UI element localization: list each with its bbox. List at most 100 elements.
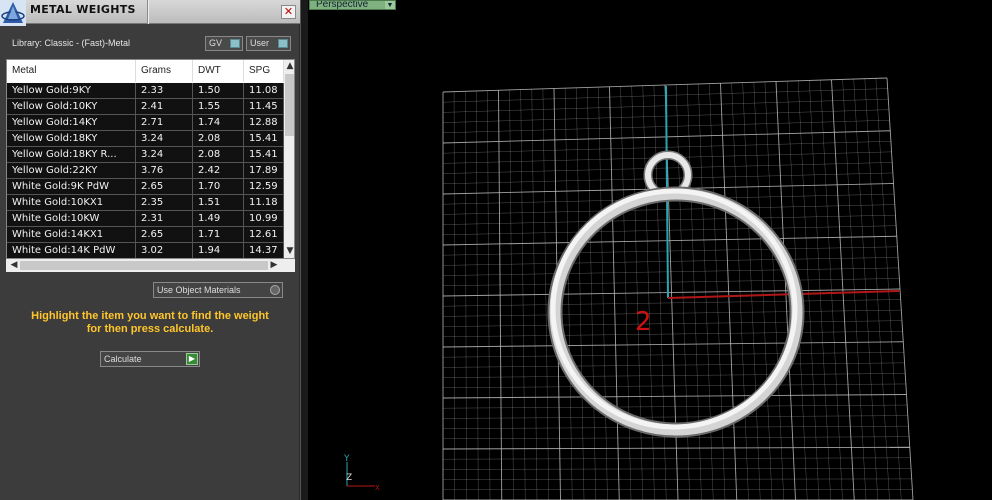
radio-icon [270, 285, 280, 295]
metal-cell: White Gold:14K PdW [7, 243, 136, 258]
use-object-materials-toggle[interactable]: Use Object Materials [153, 282, 283, 298]
metal-cell: Yellow Gold:9KY [7, 83, 136, 99]
scroll-right-icon[interactable]: ▶ [268, 260, 280, 270]
metal-cell: Yellow Gold:14KY [7, 115, 136, 131]
panel-title: METAL WEIGHTS [30, 3, 136, 16]
spg-cell: 15.41 [244, 131, 284, 147]
close-button[interactable]: ✕ [281, 5, 296, 19]
metal-cell: White Gold:10KX1 [7, 195, 136, 211]
spg-cell: 15.41 [244, 147, 284, 163]
grams-cell: 3.24 [136, 147, 193, 163]
gv-indicator-icon [230, 39, 240, 48]
grams-cell: 3.24 [136, 131, 193, 147]
spg-cell: 11.18 [244, 195, 284, 211]
dwt-cell: 1.51 [193, 195, 244, 211]
view-name: Perspective [316, 0, 369, 10]
metal-cell: White Gold:14KX1 [7, 227, 136, 243]
table-row[interactable]: White Gold:10KW 2.31 1.49 10.99 [7, 211, 284, 227]
instruction-line-1: Highlight the item you want to find the … [31, 310, 269, 322]
instruction-line-2: for then press calculate. [86, 323, 214, 335]
grams-cell: 2.65 [136, 179, 193, 195]
dwt-cell: 1.55 [193, 99, 244, 115]
use-object-materials-label: Use Object Materials [157, 285, 241, 295]
dwt-cell: 1.74 [193, 115, 244, 131]
spg-cell: 17.89 [244, 163, 284, 179]
calculate-button[interactable]: Calculate ▶ [100, 351, 200, 367]
dwt-cell: 1.71 [193, 227, 244, 243]
gizmo-x-label: X [375, 484, 380, 492]
column-header-metal[interactable]: Metal [7, 60, 136, 82]
panel-splitter[interactable] [300, 0, 308, 500]
grams-cell: 2.35 [136, 195, 193, 211]
dwt-cell: 1.70 [193, 179, 244, 195]
dwt-cell: 2.08 [193, 147, 244, 163]
spg-cell: 11.08 [244, 83, 284, 99]
grams-cell: 2.41 [136, 99, 193, 115]
metal-cell: Yellow Gold:22KY [7, 163, 136, 179]
table-body: Yellow Gold:9KY 2.33 1.50 11.08 Yellow Gold:… [7, 83, 284, 258]
marker-number: 2 [635, 307, 652, 337]
spg-cell: 12.59 [244, 179, 284, 195]
table-row[interactable]: White Gold:9K PdW 2.65 1.70 12.59 [7, 179, 284, 195]
dwt-cell: 1.50 [193, 83, 244, 99]
gizmo-y-label: Y [343, 454, 350, 464]
user-button-label: User [250, 38, 270, 48]
panel-titlebar[interactable]: METAL WEIGHTS ✕ [0, 0, 300, 26]
horizontal-scroll-thumb[interactable] [20, 261, 268, 270]
grams-cell: 2.65 [136, 227, 193, 243]
metal-table: Metal Grams DWT SPG Yellow Gold:9KY 2.33 1… [6, 59, 295, 259]
dwt-cell: 2.42 [193, 163, 244, 179]
table-row[interactable]: Yellow Gold:18KY 3.24 2.08 15.41 [7, 131, 284, 147]
instruction-text: Highlight the item you want to find the … [10, 310, 290, 336]
scroll-left-icon[interactable]: ◀ [8, 260, 20, 270]
grams-cell: 2.33 [136, 83, 193, 99]
spg-cell: 10.99 [244, 211, 284, 227]
table-row[interactable]: White Gold:14K PdW 3.02 1.94 14.37 [7, 243, 284, 258]
table-row[interactable]: Yellow Gold:22KY 3.76 2.42 17.89 [7, 163, 284, 179]
gv-button-label: GV [209, 38, 223, 48]
dwt-cell: 1.94 [193, 243, 244, 258]
grams-cell: 3.02 [136, 243, 193, 258]
chevron-down-icon[interactable]: ▼ [385, 1, 395, 9]
spg-cell: 14.37 [244, 243, 284, 258]
metal-cell: Yellow Gold:10KY [7, 99, 136, 115]
table-row[interactable]: White Gold:10KX1 2.35 1.51 11.18 [7, 195, 284, 211]
column-header-spg[interactable]: SPG [244, 60, 284, 82]
table-row[interactable]: Yellow Gold:9KY 2.33 1.50 11.08 [7, 83, 284, 99]
perspective-view-menu[interactable]: Perspective ▼ [309, 0, 396, 10]
calculate-label: Calculate [104, 354, 142, 364]
spg-cell: 12.88 [244, 115, 284, 131]
play-arrow-icon: ▶ [186, 353, 198, 365]
scroll-down-icon[interactable]: ▼ [284, 246, 294, 256]
metal-cell: White Gold:10KW [7, 211, 136, 227]
table-row[interactable]: Yellow Gold:18KY R... 3.24 2.08 15.41 [7, 147, 284, 163]
table-row[interactable]: Yellow Gold:14KY 2.71 1.74 12.88 [7, 115, 284, 131]
column-header-dwt[interactable]: DWT [193, 60, 244, 82]
library-label: Library: Classic - (Fast)-Metal [12, 38, 131, 48]
3d-viewport[interactable]: 2 Y Z X Perspective ▼ [309, 0, 992, 500]
title-separator [147, 0, 149, 24]
app-logo-icon [0, 0, 26, 26]
gizmo-z-label: Z [346, 473, 352, 483]
grams-cell: 2.71 [136, 115, 193, 131]
metal-cell: Yellow Gold:18KY [7, 131, 136, 147]
metal-weights-panel: METAL WEIGHTS ✕ Library: Classic - (Fast… [0, 0, 300, 500]
horizontal-scrollbar[interactable]: ◀ ▶ [6, 259, 295, 272]
viewport-scene[interactable]: 2 Y Z X [309, 0, 992, 500]
table-row[interactable]: Yellow Gold:10KY 2.41 1.55 11.45 [7, 99, 284, 115]
spg-cell: 11.45 [244, 99, 284, 115]
scroll-up-icon[interactable]: ▲ [284, 61, 294, 71]
grams-cell: 2.31 [136, 211, 193, 227]
column-header-grams[interactable]: Grams [136, 60, 193, 82]
table-header: Metal Grams DWT SPG [7, 60, 284, 82]
table-row[interactable]: White Gold:14KX1 2.65 1.71 12.61 [7, 227, 284, 243]
spg-cell: 12.61 [244, 227, 284, 243]
metal-cell: White Gold:9K PdW [7, 179, 136, 195]
user-indicator-icon [278, 39, 288, 48]
vertical-scrollbar[interactable]: ▲ ▼ [284, 60, 294, 258]
dwt-cell: 1.49 [193, 211, 244, 227]
vertical-scroll-thumb[interactable] [285, 74, 294, 136]
user-toggle-button[interactable]: User [246, 36, 291, 51]
axis-gizmo: Y Z X [343, 454, 380, 492]
gv-toggle-button[interactable]: GV [205, 36, 243, 51]
